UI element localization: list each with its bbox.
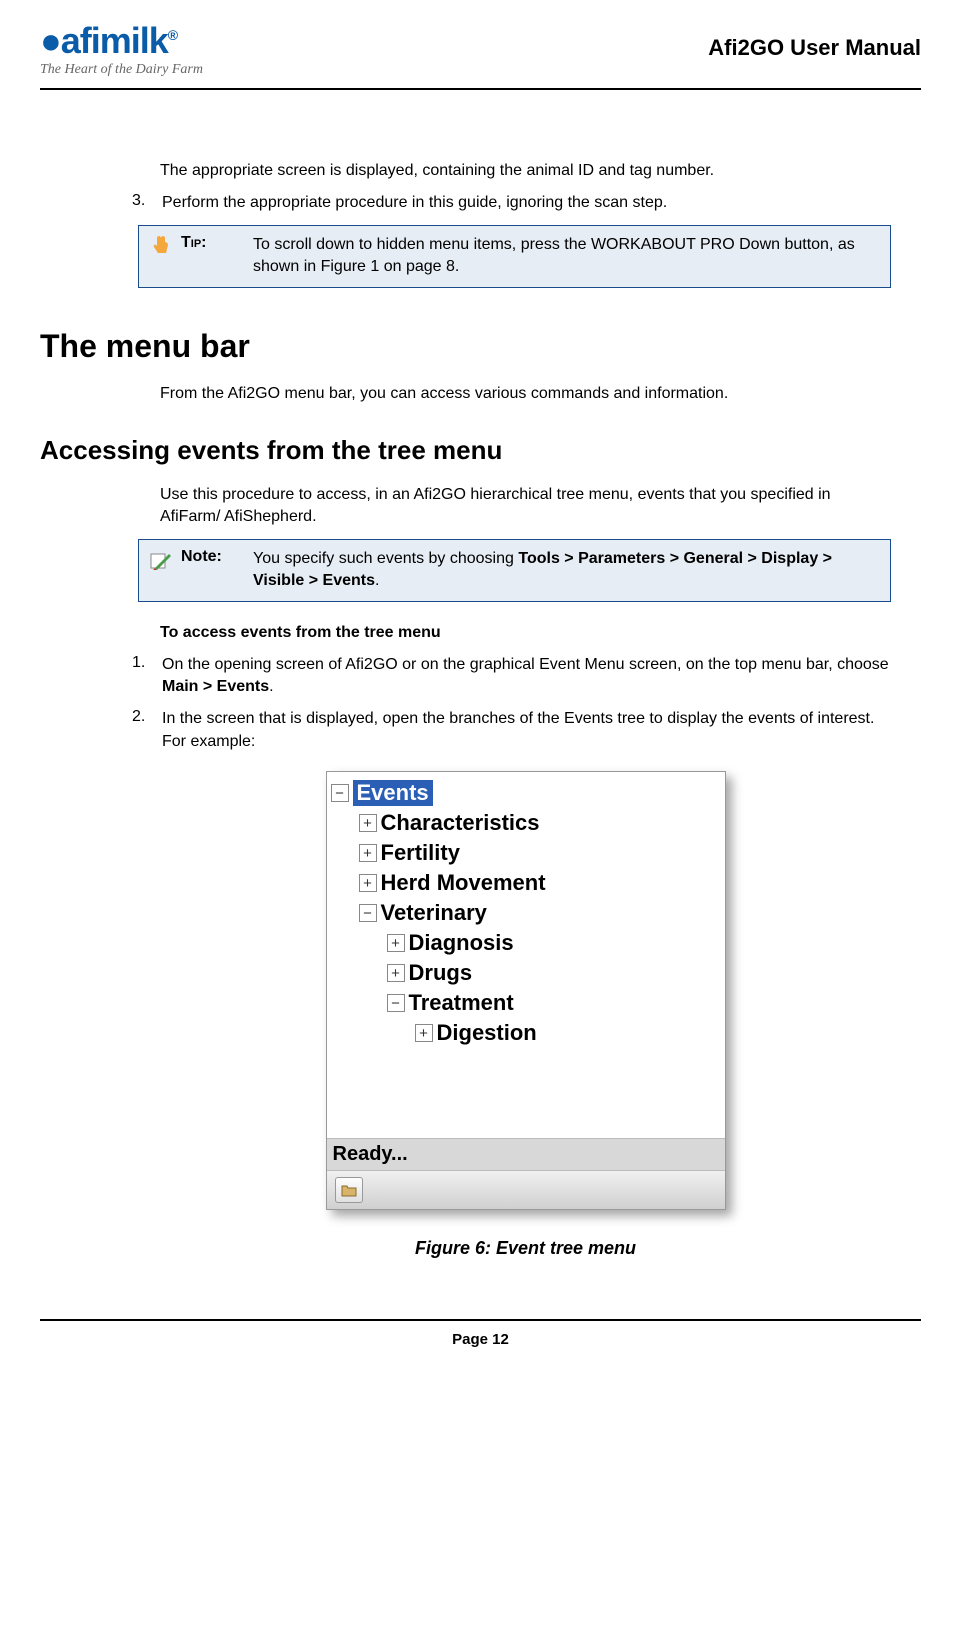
note-pencil-icon [149, 548, 173, 572]
doc-title: Afi2GO User Manual [708, 35, 921, 61]
tip-label: Tip: [181, 234, 245, 252]
expand-icon[interactable]: + [359, 844, 377, 862]
tip-callout: Tip: To scroll down to hidden menu items… [138, 225, 891, 288]
tree-label[interactable]: Fertility [381, 840, 460, 866]
expand-icon[interactable]: + [415, 1024, 433, 1042]
tree-node-digestion[interactable]: + Digestion [415, 1018, 721, 1048]
logo-tagline: The Heart of the Dairy Farm [40, 62, 203, 78]
expand-icon[interactable]: + [359, 874, 377, 892]
tree-node-treatment[interactable]: − Treatment [387, 988, 721, 1018]
note-callout: Note: You specify such events by choosin… [138, 539, 891, 602]
collapse-icon[interactable]: − [387, 994, 405, 1012]
tree-label[interactable]: Drugs [409, 960, 473, 986]
tree-label[interactable]: Events [353, 780, 433, 806]
step-3: 3. Perform the appropriate procedure in … [132, 192, 891, 214]
step-2: 2. In the screen that is displayed, open… [132, 708, 891, 753]
menu-bar-paragraph: From the Afi2GO menu bar, you can access… [160, 383, 891, 405]
logo: ●afimilk® The Heart of the Dairy Farm [40, 20, 203, 78]
tree-label[interactable]: Treatment [409, 990, 514, 1016]
tree-label[interactable]: Characteristics [381, 810, 540, 836]
status-bar: Ready... [327, 1138, 725, 1170]
tree-label[interactable]: Diagnosis [409, 930, 514, 956]
tree-node-veterinary[interactable]: − Veterinary [359, 898, 721, 928]
tree-label[interactable]: Herd Movement [381, 870, 546, 896]
tree-label[interactable]: Veterinary [381, 900, 487, 926]
toolbar [327, 1170, 725, 1209]
tree-node-diagnosis[interactable]: + Diagnosis [387, 928, 721, 958]
tree-node-events[interactable]: − Events [331, 778, 721, 808]
expand-icon[interactable]: + [387, 934, 405, 952]
page-header: ●afimilk® The Heart of the Dairy Farm Af… [40, 20, 921, 90]
tree-node-drugs[interactable]: + Drugs [387, 958, 721, 988]
tree-node-characteristics[interactable]: + Characteristics [359, 808, 721, 838]
collapse-icon[interactable]: − [331, 784, 349, 802]
folder-icon [341, 1183, 357, 1197]
step-1: 1. On the opening screen of Afi2GO or on… [132, 654, 891, 699]
logo-name: ●afimilk® [40, 20, 203, 62]
tree-node-fertility[interactable]: + Fertility [359, 838, 721, 868]
expand-icon[interactable]: + [387, 964, 405, 982]
intro-paragraph: The appropriate screen is displayed, con… [160, 160, 891, 182]
tree-node-herd-movement[interactable]: + Herd Movement [359, 868, 721, 898]
event-tree-screenshot: − Events + Characteristics + Fertility +… [326, 771, 726, 1210]
tip-text: To scroll down to hidden menu items, pre… [253, 234, 880, 279]
expand-icon[interactable]: + [359, 814, 377, 832]
folder-button[interactable] [335, 1177, 363, 1203]
hand-pointing-icon [149, 234, 173, 258]
tree-panel: − Events + Characteristics + Fertility +… [327, 772, 725, 1138]
collapse-icon[interactable]: − [359, 904, 377, 922]
heading-accessing-events: Accessing events from the tree menu [40, 435, 921, 466]
procedure-lead: To access events from the tree menu [160, 624, 891, 642]
accessing-events-paragraph: Use this procedure to access, in an Afi2… [160, 484, 891, 529]
note-text: You specify such events by choosing Tool… [253, 548, 880, 593]
page-footer: Page 12 [40, 1319, 921, 1348]
note-label: Note: [181, 548, 245, 566]
tree-label[interactable]: Digestion [437, 1020, 537, 1046]
figure-caption: Figure 6: Event tree menu [160, 1238, 891, 1259]
heading-menu-bar: The menu bar [40, 328, 921, 365]
